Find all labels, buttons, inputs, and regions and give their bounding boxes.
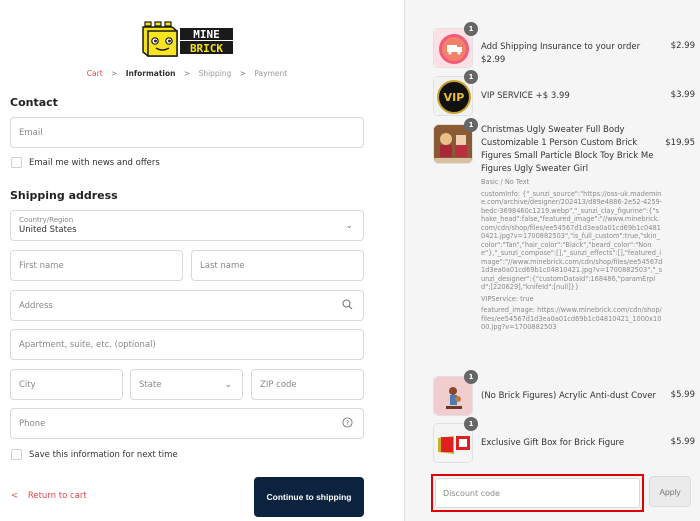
first-name-placeholder: First name [19,260,64,271]
item-title: VIP SERVICE +$ 3.99 [481,91,570,101]
discount-highlight: Discount code [431,474,644,512]
breadcrumb-cart[interactable]: Cart [87,69,103,78]
brand-name-top: MINE [193,28,220,41]
item-featured-image: featured_image: https://www.minebrick.co… [481,306,662,331]
item-title: (No Brick Figures) Acrylic Anti-dust Cov… [481,391,657,401]
item-title: Add Shipping Insurance to your order $2.… [481,42,641,65]
city-placeholder: City [19,379,36,390]
chevron-right-icon: > [183,69,191,78]
quantity-badge: 1 [464,417,478,431]
continue-to-shipping-button[interactable]: Continue to shipping [254,477,364,517]
item-price: $3.99 [670,90,695,100]
address-field[interactable]: Address [10,290,364,321]
newsletter-checkbox[interactable] [11,157,22,168]
city-field[interactable]: City [10,369,123,400]
zip-placeholder: ZIP code [260,379,297,390]
state-select[interactable]: State ⌄ [130,369,243,400]
chevron-right-icon: > [111,69,118,78]
item-properties: Basic / No Text customInfo: {"_sunzi_sou… [481,178,663,335]
brick-face-icon: MINE BRICK [142,21,233,57]
breadcrumb: Cart > Information > Shipping > Payment [0,69,374,78]
apartment-placeholder: Apartment, suite, etc. (optional) [19,339,156,350]
search-icon[interactable] [342,298,353,313]
order-item: 1 Exclusive Gift Box for Brick Figure $5… [433,417,695,463]
svg-text:?: ? [346,419,349,427]
save-info-checkbox[interactable] [11,449,22,460]
phone-placeholder: Phone [19,418,46,429]
checkout-form-panel: MINE BRICK Cart > Information > Shipping… [0,0,404,521]
help-icon[interactable]: ? [342,416,353,431]
order-item: 1 Christmas Ugly Sweater Full Body Custo… [433,118,695,369]
save-info-label: Save this information for next time [29,449,178,460]
newsletter-label: Email me with news and offers [29,157,160,168]
order-item: VIP 1 VIP SERVICE +$ 3.99 $3.99 [433,70,695,116]
save-info-checkbox-row[interactable]: Save this information for next time [11,449,178,460]
phone-field[interactable]: Phone ? [10,408,364,439]
item-variant: Basic / No Text [481,178,530,186]
last-name-placeholder: Last name [200,260,245,271]
item-thumbnail: 1 [433,22,478,68]
quantity-badge: 1 [464,370,478,384]
item-vip-service: VIPService: true [481,294,534,303]
contact-heading: Contact [10,96,58,109]
item-price: $5.99 [670,437,695,447]
order-item: 1 (No Brick Figures) Acrylic Anti-dust C… [433,370,695,416]
item-title: Exclusive Gift Box for Brick Figure [481,438,625,448]
item-thumbnail: 1 [433,370,478,416]
breadcrumb-information: Information [125,69,176,78]
breadcrumb-shipping: Shipping [198,69,232,78]
newsletter-checkbox-row[interactable]: Email me with news and offers [11,157,160,168]
item-price: $19.95 [665,138,695,148]
breadcrumb-payment: Payment [254,69,288,78]
svg-text:VIP: VIP [444,91,465,104]
discount-code-input[interactable]: Discount code [435,478,640,508]
order-item: 1 Add Shipping Insurance to your order $… [433,22,695,68]
minebrick-logo[interactable]: MINE BRICK [142,21,234,57]
return-to-cart-label: Return to cart [27,491,87,501]
item-title: Christmas Ugly Sweater Full Body Customi… [481,125,654,174]
brand-name-bottom: BRICK [190,42,223,55]
apartment-field[interactable]: Apartment, suite, etc. (optional) [10,329,364,360]
item-thumbnail: 1 [433,417,478,463]
country-value: United States [19,224,77,235]
quantity-badge: 1 [464,118,478,132]
last-name-field[interactable]: Last name [191,250,364,281]
item-price: $5.99 [670,390,695,400]
item-price: $2.99 [670,41,695,51]
country-label: Country/Region [19,215,74,224]
chevron-down-icon: ⌄ [345,220,353,231]
zip-code-field[interactable]: ZIP code [251,369,364,400]
chevron-left-icon: < [11,491,19,501]
address-placeholder: Address [19,300,53,311]
country-select[interactable]: Country/Region United States ⌄ [10,210,364,241]
chevron-right-icon: > [239,69,246,78]
first-name-field[interactable]: First name [10,250,183,281]
apply-discount-button[interactable]: Apply [649,476,691,507]
return-to-cart-link[interactable]: < Return to cart [11,491,87,501]
chevron-down-icon: ⌄ [224,379,232,390]
quantity-badge: 1 [464,70,478,84]
shipping-address-heading: Shipping address [10,189,118,202]
order-summary-panel: 1 Add Shipping Insurance to your order $… [404,0,700,521]
state-placeholder: State [139,379,162,390]
item-thumbnail: VIP 1 [433,70,478,116]
email-field[interactable]: Email [10,117,364,148]
email-placeholder: Email [19,127,43,138]
item-thumbnail: 1 [433,118,478,164]
quantity-badge: 1 [464,22,478,36]
item-custom-info: customInfo: {"_sunzi_source":"https://os… [481,189,663,292]
discount-placeholder: Discount code [443,488,500,498]
